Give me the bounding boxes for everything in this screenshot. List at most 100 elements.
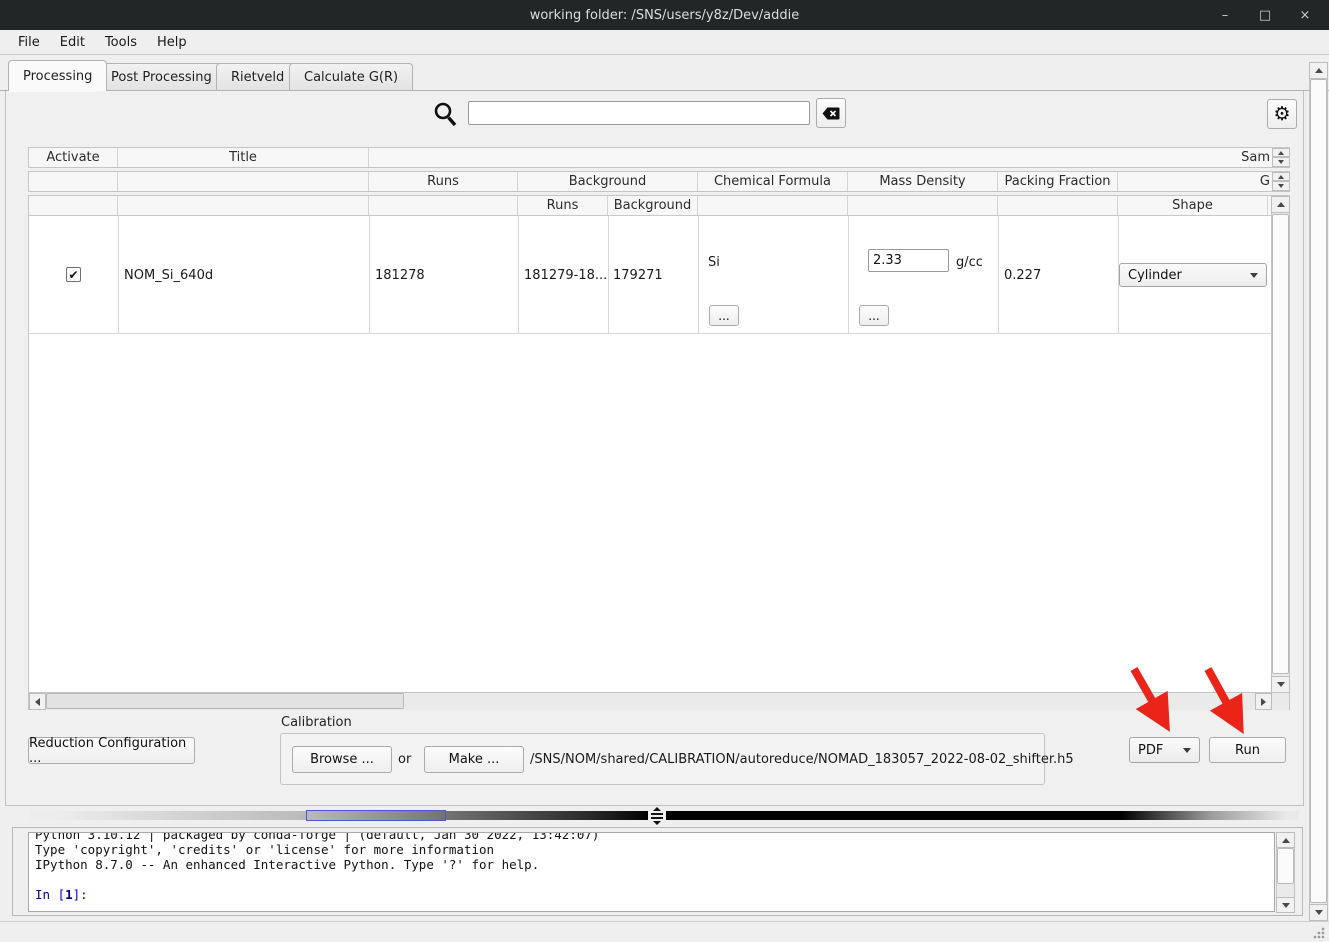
- minimize-button[interactable]: –: [1205, 0, 1245, 30]
- header-chemical-formula[interactable]: Chemical Formula: [698, 172, 848, 191]
- header-packing-fraction[interactable]: Packing Fraction: [998, 172, 1118, 191]
- search-icon: [433, 101, 459, 129]
- calibration-browse-button[interactable]: Browse ...: [292, 746, 392, 773]
- console-vscroll-down[interactable]: [1276, 897, 1295, 913]
- console-vscroll-thumb[interactable]: [1277, 848, 1294, 884]
- menu-file[interactable]: File: [8, 30, 50, 55]
- calibration-make-button[interactable]: Make ...: [424, 746, 524, 773]
- mass-density-units: g/cc: [956, 255, 983, 270]
- settings-button[interactable]: ⚙: [1267, 99, 1297, 129]
- calibration-path: /SNS/NOM/shared/CALIBRATION/autoreduce/N…: [530, 752, 1074, 767]
- size-grip[interactable]: [1313, 927, 1325, 939]
- header3-blank-4: [698, 196, 848, 215]
- header-bg-runs[interactable]: Runs: [518, 196, 608, 215]
- window-vscrollbar[interactable]: [1309, 62, 1328, 921]
- header-mass-density[interactable]: Mass Density: [848, 172, 998, 191]
- shape-value: Cylinder: [1128, 268, 1182, 283]
- table-hscroll-right[interactable]: [1255, 693, 1272, 710]
- console-output[interactable]: Python 3.10.12 | packaged by conda-forge…: [28, 832, 1275, 912]
- run-button[interactable]: Run: [1209, 737, 1286, 763]
- search-input[interactable]: [468, 101, 810, 125]
- window-controls: – □ ×: [1205, 0, 1325, 30]
- header-bg-background[interactable]: Background: [608, 196, 698, 215]
- tab-processing[interactable]: Processing: [8, 60, 107, 91]
- menu-bar: File Edit Tools Help: [0, 30, 1329, 55]
- header-sample[interactable]: Sam: [369, 148, 1272, 167]
- header2-scroll-down[interactable]: [1272, 181, 1290, 191]
- cell-background-background[interactable]: 179271: [613, 268, 663, 283]
- output-type-combobox[interactable]: PDF: [1129, 737, 1200, 763]
- cell-packing-fraction[interactable]: 0.227: [1004, 268, 1041, 283]
- shape-combobox[interactable]: Cylinder: [1119, 263, 1267, 287]
- close-button[interactable]: ×: [1285, 0, 1325, 30]
- menu-help[interactable]: Help: [147, 30, 197, 55]
- tab-calculate-gr[interactable]: Calculate G(R): [289, 63, 413, 91]
- split-vertical-icon: [651, 807, 663, 825]
- tab-bar: Processing Post Processing Rietveld Calc…: [0, 60, 1329, 91]
- tab-post-processing[interactable]: Post Processing: [96, 63, 227, 91]
- active-tab-gap: [9, 90, 95, 92]
- sample-table: Runs Background Shape ✔ NOM_Si_640d 1812…: [28, 195, 1290, 710]
- table-hscroll-thumb[interactable]: [46, 693, 404, 709]
- table-hscrollbar[interactable]: [29, 692, 1290, 710]
- status-bar: [0, 921, 1329, 942]
- menu-edit[interactable]: Edit: [50, 30, 95, 55]
- table-vscroll-up[interactable]: [1271, 196, 1290, 213]
- console-vscrollbar[interactable]: [1276, 832, 1295, 913]
- header-activate[interactable]: Activate: [29, 148, 118, 167]
- header-geometry[interactable]: G: [1118, 172, 1272, 191]
- window-vscroll-up[interactable]: [1309, 62, 1328, 79]
- splitter-handle[interactable]: [648, 806, 666, 825]
- reduction-configuration-button[interactable]: Reduction Configuration ...: [28, 737, 195, 764]
- header-runs[interactable]: Runs: [369, 172, 518, 191]
- window-vscroll-down[interactable]: [1309, 904, 1328, 921]
- header3-blank-6: [998, 196, 1118, 215]
- cell-background-runs[interactable]: 181279-18...: [524, 268, 606, 283]
- table-header-row-2: Runs Background Chemical Formula Mass De…: [28, 171, 1290, 192]
- table-row: ✔ NOM_Si_640d 181278 181279-18... 179271…: [29, 216, 1271, 334]
- calibration-group-label: Calibration: [281, 715, 352, 730]
- density-more-button[interactable]: ...: [859, 305, 889, 326]
- table-vscroll-thumb[interactable]: [1272, 214, 1289, 674]
- cell-sample-runs[interactable]: 181278: [375, 268, 425, 283]
- backspace-icon: [822, 107, 840, 120]
- table-hscroll-left[interactable]: [29, 693, 46, 710]
- header-shape[interactable]: Shape: [1118, 196, 1268, 215]
- console-line-clipped: Python 3.10.12 | packaged by conda-forge…: [35, 832, 1268, 842]
- table-vscroll-down[interactable]: [1271, 676, 1290, 693]
- gear-icon: ⚙: [1273, 103, 1290, 125]
- window-vscroll-thumb[interactable]: [1310, 79, 1327, 903]
- cell-title[interactable]: NOM_Si_640d: [124, 268, 213, 283]
- header-title[interactable]: Title: [118, 148, 369, 167]
- header1-scroll-down[interactable]: [1272, 157, 1290, 167]
- console-prompt: In [1]:: [35, 887, 1268, 902]
- header3-blank-2: [118, 196, 369, 215]
- console-vscroll-up[interactable]: [1276, 832, 1295, 848]
- chevron-down-icon: [1250, 273, 1258, 278]
- header2-scroll-up[interactable]: [1272, 172, 1290, 181]
- output-type-value: PDF: [1138, 743, 1163, 758]
- maximize-button[interactable]: □: [1245, 0, 1285, 30]
- header2-blank-activate: [29, 172, 118, 191]
- header-background[interactable]: Background: [518, 172, 698, 191]
- splitter-focus-rect: [306, 810, 446, 821]
- header1-scroll-up[interactable]: [1272, 148, 1290, 157]
- table-vscrollbar[interactable]: [1271, 196, 1290, 692]
- window-title: working folder: /SNS/users/y8z/Dev/addie: [530, 8, 800, 23]
- title-bar: working folder: /SNS/users/y8z/Dev/addie…: [0, 0, 1329, 30]
- clear-search-button[interactable]: [816, 98, 846, 128]
- checkmark-icon: ✔: [68, 268, 78, 282]
- activate-checkbox[interactable]: ✔: [66, 267, 81, 282]
- console-line: IPython 8.7.0 -- An enhanced Interactive…: [35, 857, 1268, 872]
- tab-rietveld[interactable]: Rietveld: [216, 63, 299, 91]
- header3-blank-3: [369, 196, 518, 215]
- header2-blank-title: [118, 172, 369, 191]
- header3-blank-1: [29, 196, 118, 215]
- table-header-row-1: Activate Title Sam: [28, 147, 1290, 168]
- mass-density-input[interactable]: [868, 249, 949, 272]
- table-header-row-3: Runs Background Shape: [29, 196, 1271, 216]
- formula-more-button[interactable]: ...: [709, 305, 739, 326]
- cell-chemical-formula[interactable]: Si: [708, 255, 720, 270]
- menu-tools[interactable]: Tools: [95, 30, 147, 55]
- header3-blank-5: [848, 196, 998, 215]
